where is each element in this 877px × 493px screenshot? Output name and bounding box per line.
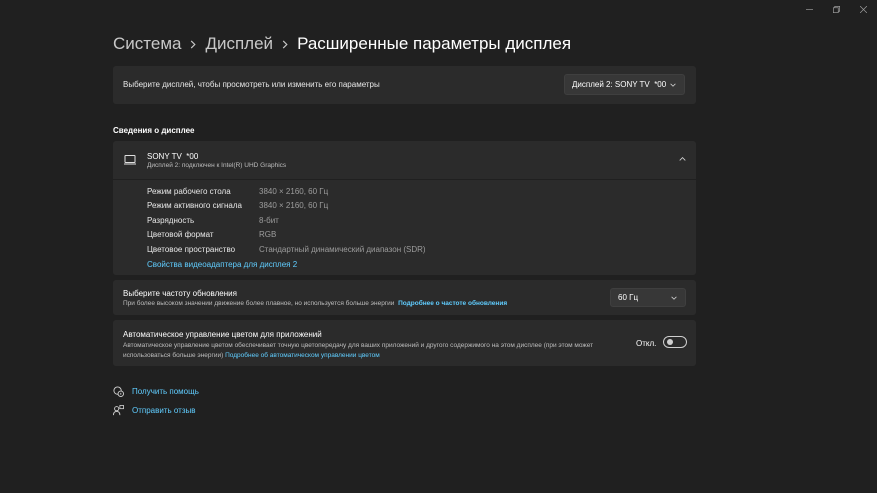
auto-color-card: Автоматическое управление цветом для при… — [113, 320, 696, 366]
display-select-card: Выберите дисплей, чтобы просмотреть или … — [113, 66, 696, 104]
property-key: Разрядность — [147, 216, 195, 225]
property-value: 3840 × 2160, 60 Гц — [259, 201, 329, 210]
caption-buttons — [796, 0, 877, 18]
adapter-properties-link[interactable]: Свойства видеоадаптера для дисплея 2 — [147, 260, 297, 269]
restore-button[interactable] — [823, 0, 850, 18]
breadcrumb-display[interactable]: Дисплей — [205, 34, 273, 54]
monitor-icon — [124, 155, 136, 165]
display-dropdown[interactable]: Дисплей 2: SONY TV *00 — [564, 74, 685, 95]
auto-color-toggle[interactable] — [663, 336, 687, 348]
chevron-up-icon[interactable] — [679, 156, 686, 162]
feedback-icon — [113, 405, 124, 416]
close-icon — [860, 5, 867, 13]
property-key: Цветовое пространство — [147, 245, 236, 254]
refresh-rate-desc-text: При более высоком значении движение боле… — [123, 300, 395, 307]
refresh-rate-value: 60 Гц — [618, 293, 639, 302]
chevron-down-icon — [671, 296, 677, 300]
restore-icon — [833, 5, 840, 13]
auto-color-description: Автоматическое управление цветом обеспеч… — [123, 341, 628, 360]
chevron-right-icon — [181, 39, 205, 49]
breadcrumb-system[interactable]: Система — [113, 34, 181, 54]
property-key: Режим рабочего стола — [147, 187, 231, 196]
page-title: Расширенные параметры дисплея — [297, 34, 572, 53]
section-title: Сведения о дисплее — [113, 126, 195, 135]
get-help-link[interactable]: Получить помощь — [113, 386, 199, 397]
auto-color-toggle-label: Откл. — [636, 339, 657, 348]
auto-color-title: Автоматическое управление цветом для при… — [123, 330, 322, 339]
display-select-label: Выберите дисплей, чтобы просмотреть или … — [123, 80, 380, 89]
property-value: RGB — [259, 230, 277, 239]
get-help-label: Получить помощь — [132, 387, 199, 396]
refresh-rate-card: Выберите частоту обновления При более вы… — [113, 280, 696, 315]
toggle-knob — [667, 339, 673, 345]
property-key: Режим активного сигнала — [147, 201, 242, 210]
refresh-rate-link[interactable]: Подробнее о частоте обновления — [398, 300, 507, 307]
minimize-icon — [806, 8, 813, 10]
display-dropdown-value: Дисплей 2: SONY TV *00 — [572, 80, 667, 89]
send-feedback-label: Отправить отзыв — [132, 406, 196, 415]
refresh-rate-description: При более высоком значении движение боле… — [123, 300, 507, 307]
close-button[interactable] — [850, 0, 877, 18]
property-key: Цветовой формат — [147, 230, 214, 239]
chevron-right-icon — [273, 39, 297, 49]
chevron-down-icon — [670, 83, 676, 87]
settings-window: Система Дисплей Расширенные параметры ди… — [0, 0, 877, 493]
display-info-body: Режим рабочего стола 3840 × 2160, 60 Гц … — [113, 180, 696, 275]
display-info-header[interactable]: SONY TV *00 Дисплей 2: подключен к Intel… — [113, 141, 696, 179]
auto-color-link[interactable]: Подробнее об автоматическом управлении ц… — [225, 352, 380, 359]
property-value: Стандартный динамический диапазон (SDR) — [259, 245, 426, 254]
property-value: 3840 × 2160, 60 Гц — [259, 187, 329, 196]
property-value: 8-бит — [259, 216, 279, 225]
help-chat-icon — [113, 386, 124, 397]
send-feedback-link[interactable]: Отправить отзыв — [113, 405, 196, 416]
refresh-rate-title: Выберите частоту обновления — [123, 289, 237, 298]
refresh-rate-dropdown[interactable]: 60 Гц — [610, 288, 686, 307]
minimize-button[interactable] — [796, 0, 823, 18]
display-name: SONY TV *00 — [147, 152, 199, 161]
display-connection: Дисплей 2: подключен к Intel(R) UHD Grap… — [147, 162, 287, 169]
breadcrumb: Система Дисплей Расширенные параметры ди… — [113, 32, 571, 56]
